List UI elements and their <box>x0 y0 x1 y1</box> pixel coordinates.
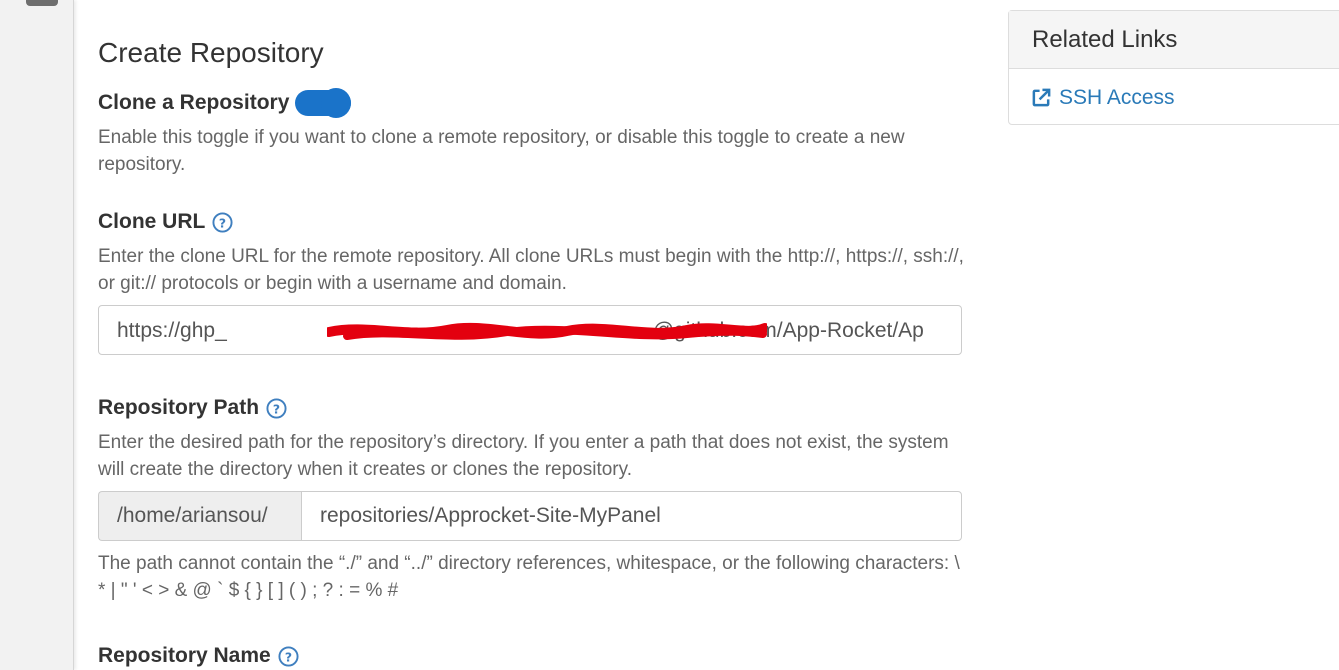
menu-icon[interactable] <box>16 0 68 8</box>
help-icon[interactable]: ? <box>266 397 287 419</box>
clone-url-label-row: Clone URL ? <box>98 208 233 236</box>
clone-toggle-label: Clone a Repository <box>98 91 290 114</box>
related-links-heading: Related Links <box>1009 11 1339 69</box>
repo-path-label: Repository Path <box>98 396 260 419</box>
repo-path-label-row: Repository Path ? <box>98 394 287 422</box>
help-icon[interactable]: ? <box>278 645 299 667</box>
clone-url-label: Clone URL <box>98 210 206 233</box>
sidebar <box>0 0 74 670</box>
repo-name-label-row: Repository Name ? <box>98 642 299 670</box>
clone-toggle-row: Clone a Repository <box>98 88 352 118</box>
clone-url-input[interactable]: https://ghp_ @github.com/App-Rocket/Ap <box>98 305 962 355</box>
repo-path-prefix: /home/ariansou/ <box>98 491 301 541</box>
repo-path-input[interactable]: repositories/Approcket-Site-MyPanel <box>301 491 962 541</box>
clone-url-help: Enter the clone URL for the remote repos… <box>98 246 964 294</box>
repo-path-note: The path cannot contain the “./” and “..… <box>98 553 960 601</box>
ssh-access-label: SSH Access <box>1059 85 1175 109</box>
repo-path-input-group: /home/ariansou/ repositories/Approcket-S… <box>98 491 962 541</box>
related-links-panel: Related Links SSH Access <box>1008 10 1339 125</box>
ssh-access-link[interactable]: SSH Access <box>1009 69 1339 126</box>
redaction-mark <box>327 322 767 340</box>
repo-path-help: Enter the desired path for the repositor… <box>98 432 949 480</box>
toggle-knob <box>321 88 352 118</box>
clone-repository-toggle[interactable] <box>295 88 352 118</box>
svg-text:?: ? <box>273 401 280 416</box>
help-icon[interactable]: ? <box>212 211 233 233</box>
clone-toggle-help: Enable this toggle if you want to clone … <box>98 127 905 175</box>
external-link-icon <box>1032 88 1051 107</box>
page-title: Create Repository <box>98 37 324 68</box>
svg-text:?: ? <box>219 215 226 230</box>
svg-text:?: ? <box>285 649 292 664</box>
repo-name-label: Repository Name <box>98 644 271 667</box>
